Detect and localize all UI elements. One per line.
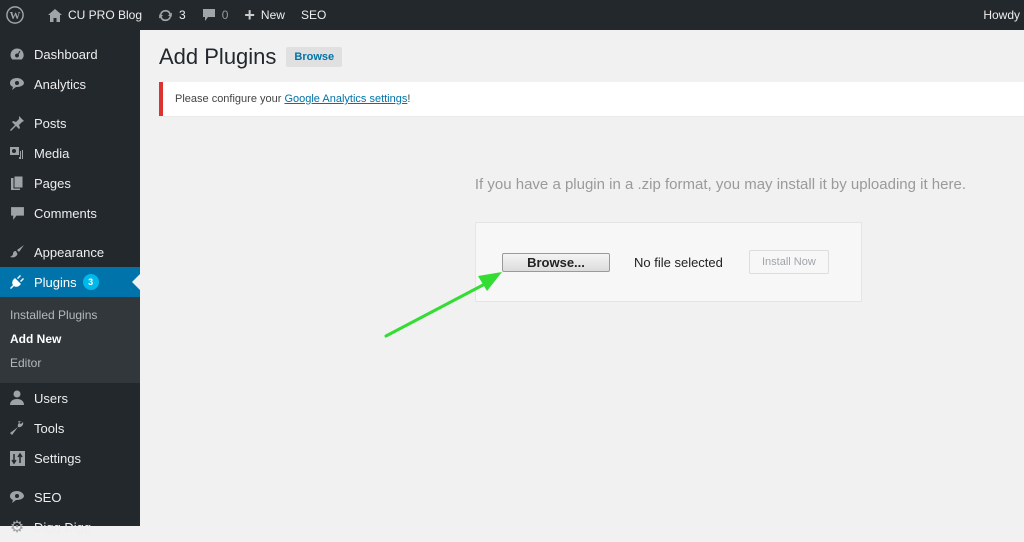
account-greeting: Howdy [983, 8, 1020, 22]
sidebar-item-digg-digg[interactable]: ⚙ Digg Digg [0, 512, 140, 542]
plug-icon [8, 273, 26, 291]
sidebar-item-tools[interactable]: Tools [0, 413, 140, 443]
user-icon [8, 389, 26, 407]
comments-count: 0 [221, 8, 229, 22]
svg-text:W: W [10, 10, 21, 22]
site-name: CU PRO Blog [68, 8, 143, 22]
sidebar-label: Digg Digg [34, 519, 92, 535]
wrench-icon [8, 419, 26, 437]
updates-count: 3 [179, 8, 186, 22]
comment-icon [8, 204, 26, 222]
admin-sidebar: Dashboard Analytics Posts Media Pages Co… [0, 30, 140, 536]
sidebar-item-settings[interactable]: Settings [0, 443, 140, 473]
home-icon [48, 8, 62, 22]
plugins-submenu: Installed Plugins Add New Editor [0, 297, 140, 383]
sidebar-item-media[interactable]: Media [0, 138, 140, 168]
sidebar-label: Comments [34, 205, 97, 221]
sidebar-label: Media [34, 145, 70, 161]
file-status-text: No file selected [634, 254, 723, 270]
browse-plugins-button[interactable]: Browse [286, 47, 343, 67]
media-icon [8, 144, 26, 162]
upload-help-text: If you have a plugin in a .zip format, y… [474, 176, 966, 193]
wordpress-logo-menu[interactable]: W [0, 0, 40, 30]
submenu-add-new[interactable]: Add New [0, 327, 140, 351]
sidebar-label: Users [34, 390, 68, 406]
notice-suffix: ! [407, 93, 411, 105]
sidebar-label: Settings [34, 450, 81, 466]
plugin-upload-form: Browse... No file selected Install Now [475, 222, 862, 302]
sidebar-label: Dashboard [34, 46, 98, 62]
sidebar-item-users[interactable]: Users [0, 383, 140, 413]
seo-menu[interactable]: SEO [293, 0, 334, 30]
site-name-menu[interactable]: CU PRO Blog [40, 0, 150, 30]
pin-icon [8, 114, 26, 132]
seo-label: SEO [300, 8, 327, 22]
admin-bar: W CU PRO Blog 3 0 + New SEO Howdy [0, 0, 1024, 30]
analytics-icon [8, 75, 26, 93]
sidebar-label: Plugins [34, 274, 77, 290]
sidebar-item-appearance[interactable]: Appearance [0, 237, 140, 267]
sidebar-label: SEO [34, 489, 62, 505]
sidebar-label: Posts [34, 115, 67, 131]
analytics-config-notice: Please configure your Google Analytics s… [159, 82, 1024, 116]
main-content: Add Plugins Browse Please configure your… [140, 30, 1024, 526]
new-label: New [260, 8, 285, 22]
seo-icon [8, 488, 26, 506]
pages-icon [8, 174, 26, 192]
submenu-editor[interactable]: Editor [0, 351, 140, 375]
account-menu[interactable]: Howdy [975, 0, 1024, 30]
sidebar-item-seo[interactable]: SEO [0, 482, 140, 512]
google-analytics-settings-link[interactable]: Google Analytics settings [284, 93, 407, 105]
new-content-menu[interactable]: + New [236, 0, 293, 30]
file-browse-button[interactable]: Browse... [502, 252, 610, 272]
plus-icon: + [244, 4, 255, 25]
updates-menu[interactable]: 3 [150, 0, 194, 30]
notice-prefix: Please configure your [175, 93, 285, 105]
submenu-installed-plugins[interactable]: Installed Plugins [0, 303, 140, 327]
brush-icon [8, 243, 26, 261]
sidebar-item-comments[interactable]: Comments [0, 198, 140, 228]
install-now-button[interactable]: Install Now [748, 250, 829, 274]
plugins-update-badge: 3 [82, 274, 99, 290]
dashboard-icon [8, 45, 26, 63]
sidebar-label: Pages [34, 175, 71, 191]
settings-icon [8, 449, 26, 467]
page-title: Add Plugins [159, 44, 277, 69]
sidebar-label: Tools [34, 420, 65, 436]
wordpress-logo-icon: W [6, 6, 24, 24]
sidebar-label: Appearance [34, 244, 105, 260]
sidebar-label: Analytics [34, 76, 87, 92]
comment-bubble-icon [202, 8, 216, 22]
sidebar-item-plugins[interactable]: Plugins 3 [0, 267, 140, 297]
sidebar-item-dashboard[interactable]: Dashboard [0, 39, 140, 69]
updates-icon [158, 8, 173, 23]
page-header: Add Plugins Browse [159, 44, 343, 70]
sidebar-item-pages[interactable]: Pages [0, 168, 140, 198]
comments-menu[interactable]: 0 [194, 0, 237, 30]
sidebar-item-posts[interactable]: Posts [0, 108, 140, 138]
gear-icon: ⚙ [9, 519, 25, 536]
sidebar-item-analytics[interactable]: Analytics [0, 69, 140, 99]
